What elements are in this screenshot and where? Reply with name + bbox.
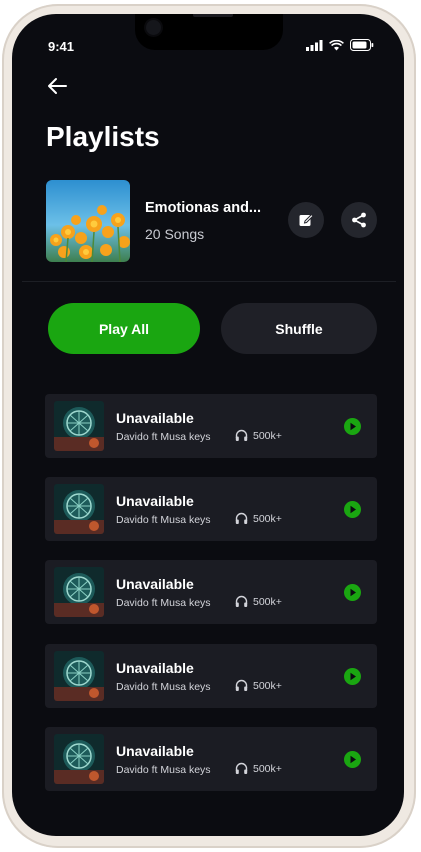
edit-playlist-button[interactable]: [288, 202, 324, 238]
track-listens: 500k+: [235, 595, 282, 608]
play-icon[interactable]: [344, 584, 361, 601]
play-icon[interactable]: [344, 418, 361, 435]
divider: [22, 281, 396, 282]
track-listen-count: 500k+: [253, 512, 282, 525]
track-item[interactable]: Unavailable Davido ft Musa keys 500k+: [45, 727, 377, 791]
edit-icon: [299, 213, 314, 226]
track-artist: Davido ft Musa keys: [116, 597, 211, 609]
track-listen-count: 500k+: [253, 679, 282, 692]
track-item[interactable]: Unavailable Davido ft Musa keys 500k+: [45, 644, 377, 708]
track-listens: 500k+: [235, 679, 282, 692]
track-thumbnail: [54, 734, 104, 784]
headphones-icon: [235, 595, 248, 607]
track-item[interactable]: Unavailable Davido ft Musa keys 500k+: [45, 560, 377, 624]
track-title: Unavailable: [116, 660, 194, 676]
track-thumbnail: [54, 484, 104, 534]
speaker: [193, 14, 233, 17]
track-item[interactable]: Unavailable Davido ft Musa keys 500k+: [45, 477, 377, 541]
share-playlist-button[interactable]: [341, 202, 377, 238]
headphones-icon: [235, 762, 248, 774]
track-listen-count: 500k+: [253, 762, 282, 775]
track-title: Unavailable: [116, 493, 194, 509]
track-thumbnail: [54, 401, 104, 451]
page-title: Playlists: [46, 121, 160, 152]
track-listen-count: 500k+: [253, 595, 282, 608]
track-listens: 500k+: [235, 762, 282, 775]
track-listens: 500k+: [235, 512, 282, 525]
play-icon[interactable]: [344, 501, 361, 518]
shuffle-button[interactable]: Shuffle: [221, 303, 377, 354]
track-listens: 500k+: [235, 429, 282, 442]
track-listen-count: 500k+: [253, 429, 282, 442]
status-time: 9:41: [48, 39, 75, 54]
track-artist: Davido ft Musa keys: [116, 431, 211, 443]
track-artist: Davido ft Musa keys: [116, 681, 211, 693]
headphones-icon: [235, 679, 248, 691]
back-arrow-icon[interactable]: [46, 76, 68, 96]
playlist-name: Emotionas and...: [145, 200, 262, 216]
battery-icon: [350, 39, 374, 51]
status-icons: [306, 39, 374, 51]
share-icon: [352, 212, 366, 228]
track-thumbnail: [54, 651, 104, 701]
app-screen: 9:41 Playlists Emotionas and... 20 Songs…: [12, 14, 404, 836]
track-title: Unavailable: [116, 743, 194, 759]
play-all-button[interactable]: Play All: [48, 303, 200, 354]
notch: [135, 14, 283, 50]
camera: [146, 20, 161, 35]
track-title: Unavailable: [116, 410, 194, 426]
track-thumbnail: [54, 567, 104, 617]
playlist-cover: [46, 180, 130, 262]
track-item[interactable]: Unavailable Davido ft Musa keys 500k+: [45, 394, 377, 458]
phone-frame: 9:41 Playlists Emotionas and... 20 Songs…: [2, 4, 416, 848]
signal-icon: [306, 39, 323, 51]
track-artist: Davido ft Musa keys: [116, 514, 211, 526]
wifi-icon: [329, 39, 344, 50]
play-icon[interactable]: [344, 751, 361, 768]
track-artist: Davido ft Musa keys: [116, 764, 211, 776]
headphones-icon: [235, 429, 248, 441]
headphones-icon: [235, 512, 248, 524]
play-icon[interactable]: [344, 668, 361, 685]
playlist-song-count: 20 Songs: [145, 226, 205, 242]
track-title: Unavailable: [116, 576, 194, 592]
